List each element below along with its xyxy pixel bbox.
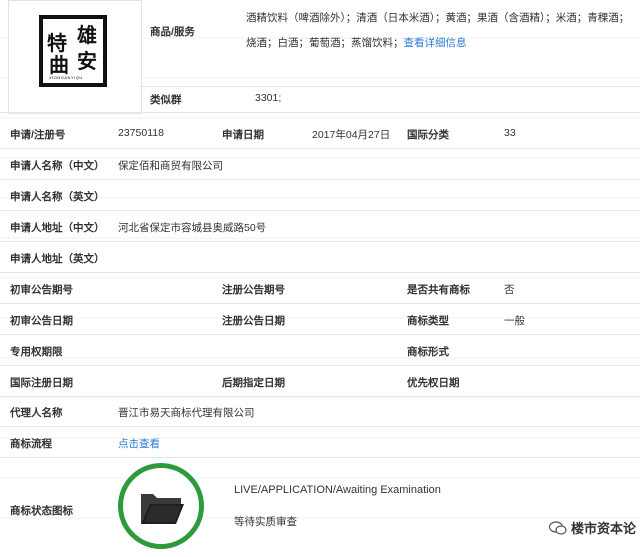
agent-value: 晋江市易天商标代理有限公司	[118, 407, 255, 419]
reg-no-label: 申请/注册号	[10, 129, 66, 141]
logo-char: 雄	[77, 23, 97, 47]
divider	[0, 457, 640, 458]
apply-date-value: 2017年04月27日	[312, 129, 391, 141]
prelim-no-label: 初审公告期号	[10, 284, 73, 296]
address-cn-label: 申请人地址（中文）	[10, 222, 105, 234]
class-group-label: 类似群	[150, 94, 182, 106]
logo-subtitle: XIONGANYIQU	[49, 75, 83, 80]
mark-type-value: 一般	[504, 315, 525, 327]
divider	[0, 334, 640, 335]
status-cn-text: 等待实质审查	[234, 516, 297, 528]
divider	[0, 210, 640, 211]
goods-label: 商品/服务	[150, 26, 195, 38]
exclusive-period-label: 专用权期限	[10, 346, 63, 358]
priority-date-label: 优先权日期	[407, 377, 460, 389]
divider	[0, 179, 640, 180]
logo-char: 曲	[49, 53, 69, 77]
trademark-logo: 特 雄 曲 安 XIONGANYIQU	[39, 15, 107, 87]
folder-icon	[141, 494, 184, 524]
intl-class-label: 国际分类	[407, 129, 449, 141]
address-en-label: 申请人地址（英文）	[10, 253, 105, 265]
class-group-value: 3301;	[255, 92, 282, 104]
status-ring	[118, 463, 204, 549]
trademark-logo-frame: 特 雄 曲 安 XIONGANYIQU	[8, 0, 142, 114]
brand-watermark: 楼市资本论	[548, 518, 636, 537]
goods-detail-link[interactable]: 查看详细信息	[404, 37, 467, 49]
reg-pub-date-label: 注册公告日期	[222, 315, 285, 327]
status-icon-label: 商标状态图标	[10, 505, 73, 517]
applicant-en-label: 申请人名称（英文）	[10, 191, 105, 203]
intl-reg-date-label: 国际注册日期	[10, 377, 73, 389]
shared-mark-value: 否	[504, 284, 515, 296]
divider	[0, 148, 640, 149]
address-cn-value: 河北省保定市容城县奥威路50号	[118, 222, 267, 234]
divider	[0, 365, 640, 366]
applicant-cn-label: 申请人名称（中文）	[10, 160, 105, 172]
reg-pub-no-label: 注册公告期号	[222, 284, 285, 296]
divider	[0, 426, 640, 427]
logo-char: 特	[47, 31, 67, 55]
process-view-link[interactable]: 点击查看	[118, 436, 160, 451]
divider	[0, 241, 640, 242]
status-en-text: LIVE/APPLICATION/Awaiting Examination	[234, 484, 441, 496]
divider	[0, 112, 640, 113]
process-label: 商标流程	[10, 438, 52, 450]
divider	[140, 86, 640, 87]
intl-class-value: 33	[504, 127, 516, 139]
prelim-date-label: 初审公告日期	[10, 315, 73, 327]
shared-mark-label: 是否共有商标	[407, 284, 470, 296]
late-designation-date-label: 后期指定日期	[222, 377, 285, 389]
divider	[0, 396, 640, 397]
divider	[0, 303, 640, 304]
wechat-icon	[548, 521, 567, 535]
logo-char: 安	[77, 49, 97, 73]
brand-text: 楼市资本论	[570, 521, 636, 536]
reg-no-value: 23750118	[118, 127, 164, 139]
agent-label: 代理人名称	[10, 407, 63, 419]
goods-text-block: 酒精饮料（啤酒除外）；清酒（日本米酒）；黄酒；果酒（含酒精）；米酒；青稞酒；烧酒…	[246, 6, 636, 56]
mark-form-label: 商标形式	[407, 346, 449, 358]
applicant-cn-value: 保定佰和商贸有限公司	[118, 160, 223, 172]
apply-date-label: 申请日期	[222, 129, 264, 141]
mark-type-label: 商标类型	[407, 315, 449, 327]
divider	[0, 272, 640, 273]
